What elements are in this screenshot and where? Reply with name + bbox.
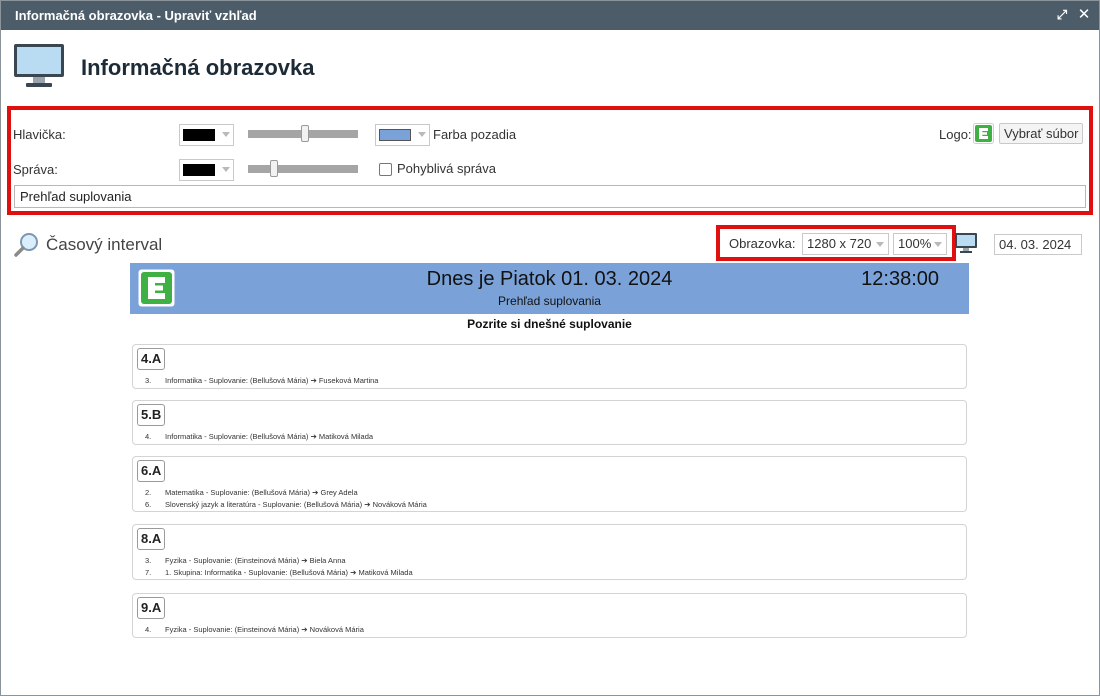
zoom-value: 100%: [898, 236, 932, 251]
slider-thumb[interactable]: [301, 125, 310, 142]
substitution-text: Matematika - Suplovanie: (Bellušová Mári…: [165, 488, 358, 497]
class-name-badge: 5.B: [137, 404, 166, 426]
message-label: Správa:: [13, 162, 58, 177]
screen-settings: Obrazovka: 1280 x 720 100%: [716, 225, 956, 261]
substitution-text: Informatika - Suplovanie: (Bellušová Már…: [165, 376, 379, 385]
class-name-badge: 4.A: [137, 348, 166, 370]
class-card: 5.B 4. Informatika - Suplovanie: (Bellušov…: [132, 400, 967, 445]
class-card: 4.A 3. Informatika - Suplovanie: (Bellušov…: [132, 344, 967, 389]
header-label: Hlavička:: [13, 127, 66, 142]
close-icon[interactable]: ✕: [1077, 7, 1091, 22]
substitution-text: Fyzika - Suplovanie: (Einsteinová Mária)…: [165, 556, 346, 565]
header-color-picker[interactable]: [179, 124, 234, 146]
chevron-down-icon: [418, 132, 426, 137]
substitution-text: 1. Skupina: Informatika - Suplovanie: (B…: [165, 568, 413, 577]
lesson-number: 7.: [145, 568, 152, 577]
background-color-label: Farba pozadia: [433, 127, 517, 142]
class-card: 6.A 2. Matematika - Suplovanie: (Bellušová…: [132, 456, 967, 512]
resolution-value: 1280 x 720: [807, 236, 872, 251]
substitution-text: Fyzika - Suplovanie: (Einsteinová Mária)…: [165, 625, 364, 634]
background-color-swatch: [379, 129, 411, 141]
message-text-input[interactable]: Prehľad suplovania: [14, 185, 1086, 208]
class-card: 8.A 3. Fyzika - Suplovanie: (Einsteinová M…: [132, 524, 967, 580]
substitution-row: 6. Slovenský jazyk a literatúra - Suplova…: [145, 500, 427, 509]
chevron-down-icon: [876, 242, 884, 247]
substitution-row: 3. Informatika - Suplovanie: (Bellušová M…: [145, 376, 378, 385]
substitution-row: 3. Fyzika - Suplovanie: (Einsteinová Mári…: [145, 556, 346, 565]
window-title: Informačná obrazovka - Upraviť vzhľad: [15, 8, 257, 23]
lesson-number: 4.: [145, 432, 152, 441]
class-name-badge: 9.A: [137, 597, 166, 619]
background-color-picker[interactable]: [375, 124, 430, 146]
moving-message-label: Pohyblivá správa: [397, 161, 496, 176]
search-icon: [14, 233, 38, 257]
preview-subtitle: Pozrite si dnešné suplovanie: [467, 317, 632, 331]
preview-clock: 12:38:00: [861, 268, 939, 290]
time-interval-title: Časový interval: [46, 235, 163, 254]
screen-label: Obrazovka:: [729, 236, 796, 251]
message-color-swatch: [183, 164, 215, 176]
lesson-number: 6.: [145, 500, 152, 509]
lesson-number: 3.: [145, 376, 152, 385]
header-size-slider[interactable]: [248, 125, 358, 142]
substitution-row: 2. Matematika - Suplovanie: (Bellušová Má…: [145, 488, 358, 497]
resolution-select[interactable]: 1280 x 720: [802, 233, 889, 255]
substitution-row: 4. Fyzika - Suplovanie: (Einsteinová Mári…: [145, 625, 364, 634]
substitution-row: 4. Informatika - Suplovanie: (Bellušová M…: [145, 432, 373, 441]
substitution-text: Informatika - Suplovanie: (Bellušová Már…: [165, 432, 374, 441]
expand-icon[interactable]: ⤢: [1055, 8, 1069, 22]
choose-file-button[interactable]: Vybrať súbor: [999, 123, 1084, 144]
chevron-down-icon: [222, 132, 230, 137]
page-title: Informačná obrazovka: [81, 55, 315, 80]
preview-header: Dnes je Piatok 01. 03. 2024 12:38:00 Pre…: [130, 263, 969, 314]
lesson-number: 4.: [145, 625, 152, 634]
message-color-picker[interactable]: [179, 159, 234, 181]
class-card: 9.A 4. Fyzika - Suplovanie: (Einsteinová M…: [132, 593, 967, 638]
monitor-icon: [14, 44, 64, 87]
slider-thumb[interactable]: [270, 160, 279, 177]
preview-message: Prehľad suplovania: [498, 294, 601, 308]
class-name-badge: 6.A: [137, 460, 166, 482]
chevron-down-icon: [222, 167, 230, 172]
appearance-settings: Hlavička: Farba pozadia Logo: Vybrať súb…: [7, 106, 1093, 215]
monitor-preview-icon[interactable]: [954, 232, 978, 254]
preview-date: Dnes je Piatok 01. 03. 2024: [426, 268, 673, 290]
lesson-number: 3.: [145, 556, 152, 565]
dialog-window: Informačná obrazovka - Upraviť vzhľad ⤢ …: [0, 0, 1100, 696]
substitution-text: Slovenský jazyk a literatúra - Suplovani…: [165, 500, 427, 509]
title-bar: Informačná obrazovka - Upraviť vzhľad ⤢ …: [1, 1, 1099, 30]
logo-label: Logo:: [939, 127, 972, 142]
edupage-logo-icon: [973, 123, 994, 144]
moving-message-checkbox[interactable]: [379, 163, 392, 176]
chevron-down-icon: [934, 242, 942, 247]
substitution-row: 7. 1. Skupina: Informatika - Suplovanie: …: [145, 568, 413, 577]
message-size-slider[interactable]: [248, 160, 358, 177]
date-input[interactable]: 04. 03. 2024: [994, 234, 1082, 255]
zoom-select[interactable]: 100%: [893, 233, 947, 255]
class-name-badge: 8.A: [137, 528, 166, 550]
lesson-number: 2.: [145, 488, 152, 497]
header-color-swatch: [183, 129, 215, 141]
